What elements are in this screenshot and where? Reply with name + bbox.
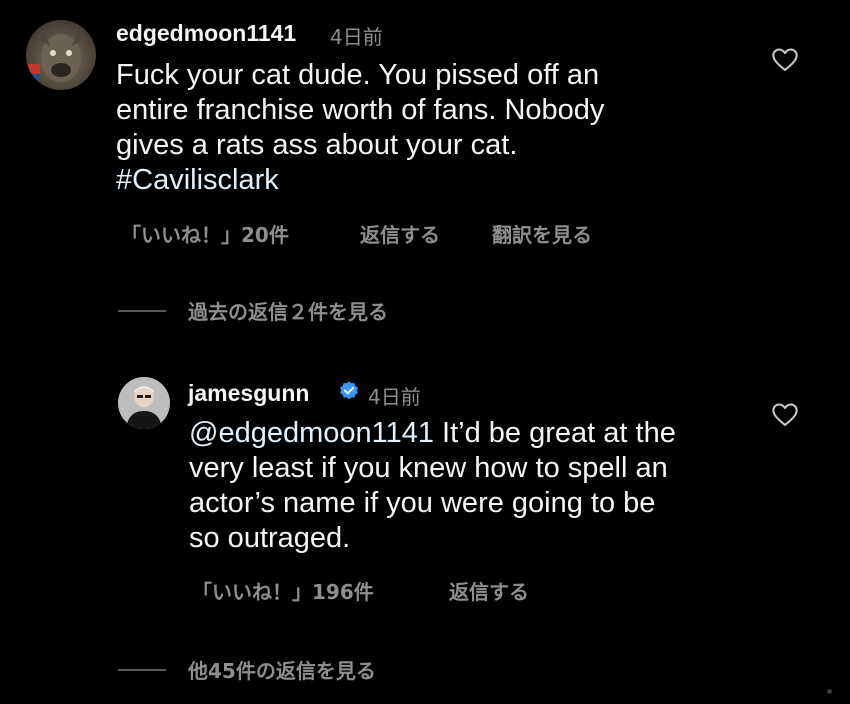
- hashtag-link[interactable]: #Cavilisclark: [116, 163, 604, 198]
- comment-text: It’d be great at the: [434, 417, 676, 449]
- avatar[interactable]: [26, 20, 96, 90]
- comment-line: entire franchise worth of fans. Nobody: [116, 94, 605, 126]
- comment-line: so outraged.: [189, 522, 351, 554]
- view-more-replies-label: 他45件の返信を見る: [188, 659, 376, 683]
- likes-count[interactable]: 「いいね！」20件: [121, 219, 289, 248]
- comment-line: @edgedmoon1141 It’d be great at the: [189, 416, 676, 451]
- reply-button[interactable]: 返信する: [449, 576, 529, 605]
- view-previous-replies[interactable]: 過去の返信２件を見る: [118, 296, 388, 325]
- divider-line: [118, 309, 166, 312]
- comment-body: Fuck your cat dude. You pissed off an en…: [116, 58, 604, 198]
- username[interactable]: jamesgunn: [188, 380, 309, 407]
- translate-button[interactable]: 翻訳を見る: [492, 219, 592, 248]
- likes-count[interactable]: 「いいね！」196件: [192, 576, 374, 605]
- username[interactable]: edgedmoon1141: [116, 20, 296, 47]
- timestamp: 4日前: [330, 25, 383, 49]
- verified-badge-icon: [340, 381, 358, 400]
- reply-button[interactable]: 返信する: [360, 219, 440, 248]
- divider-line: [118, 668, 166, 671]
- comment-line: actor’s name if you were going to be: [189, 487, 656, 519]
- timestamp: 4日前: [368, 385, 421, 409]
- comment-line: very least if you knew how to spell an: [189, 452, 668, 484]
- mention-link[interactable]: @edgedmoon1141: [189, 417, 434, 449]
- scroll-indicator: [827, 689, 832, 694]
- comment-line: gives a rats ass about your cat.: [116, 129, 518, 161]
- view-previous-replies-label: 過去の返信２件を見る: [188, 300, 388, 324]
- heart-icon[interactable]: [771, 46, 799, 74]
- avatar[interactable]: [118, 377, 170, 429]
- comment-body: @edgedmoon1141 It’d be great at the very…: [189, 416, 676, 556]
- heart-icon[interactable]: [771, 401, 799, 429]
- avatar-image: [28, 30, 82, 82]
- avatar-image: [118, 377, 170, 429]
- view-more-replies[interactable]: 他45件の返信を見る: [118, 655, 376, 684]
- comment-line: Fuck your cat dude. You pissed off an: [116, 59, 600, 91]
